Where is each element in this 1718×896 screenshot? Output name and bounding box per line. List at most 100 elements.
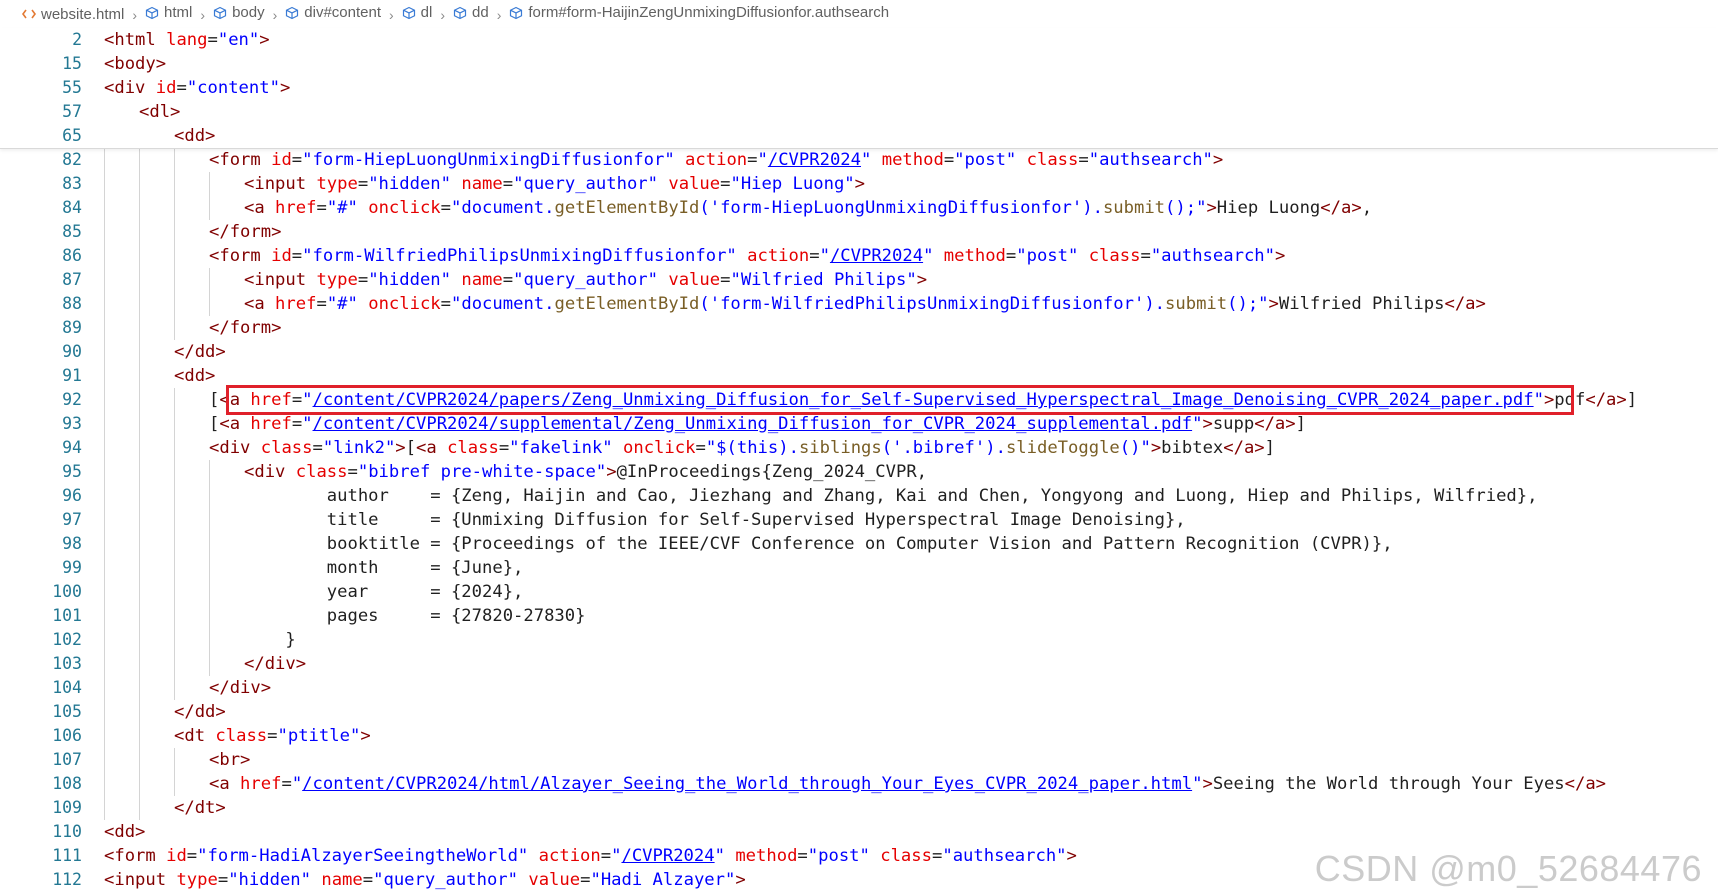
code-line[interactable]: 110 <dd>	[0, 820, 1718, 844]
text-token: ]	[1295, 414, 1306, 434]
attribute-token: type	[316, 174, 358, 194]
link-token[interactable]: /CVPR2024	[768, 150, 861, 170]
tag-token: >	[854, 174, 866, 194]
line-number: 111	[52, 846, 82, 865]
code-line[interactable]: 107 <br>	[0, 748, 1718, 772]
text-token: =	[362, 870, 374, 890]
indent-guide	[139, 220, 140, 244]
code-line[interactable]: 84 <a href="#" onclick="document.getEleme…	[0, 196, 1718, 220]
code-line[interactable]: 108 <a href="/content/CVPR2024/html/Alzay…	[0, 772, 1718, 796]
code-line[interactable]: 104 </div>	[0, 676, 1718, 700]
indent-guide	[104, 436, 105, 460]
code-line[interactable]: 96 author = {Zeng, Haijin and Cao, Jiezh…	[0, 484, 1718, 508]
chevron-right-icon: ›	[440, 6, 446, 23]
tag-token: <form	[104, 846, 167, 866]
link-token[interactable]: /content/CVPR2024/supplemental/Zeng_Unmi…	[313, 414, 1193, 434]
code-line[interactable]: 86 <form id="form-WilfriedPhilipsUnmixing…	[0, 244, 1718, 268]
link-token[interactable]: /content/CVPR2024/html/Alzayer_Seeing_th…	[302, 774, 1192, 794]
string-token: "form-WilfriedPhilipsUnmixingDiffusionfo…	[302, 246, 737, 266]
indent-guide	[104, 748, 105, 772]
breadcrumb-item[interactable]: dd	[453, 4, 489, 21]
line-content: </div>	[244, 652, 306, 676]
indent-guide	[139, 532, 140, 556]
text-token: [	[209, 390, 220, 410]
sticky-code-line[interactable]: 65 <dd>	[0, 124, 1718, 148]
attribute-token: lang	[166, 30, 208, 50]
text-token: =	[809, 246, 820, 266]
line-number: 112	[52, 870, 82, 889]
sticky-code-line[interactable]: 57 <dl>	[0, 100, 1718, 124]
code-line[interactable]: 97 title = {Unmixing Diffusion for Self-…	[0, 508, 1718, 532]
code-line[interactable]: 98 booktitle = {Proceedings of the IEEE/…	[0, 532, 1718, 556]
string-token: "form-HadiAlzayerSeeingtheWorld"	[197, 846, 529, 866]
indent-guide	[104, 508, 105, 532]
indent-guide	[174, 172, 175, 196]
code-line[interactable]: 105 </dd>	[0, 700, 1718, 724]
line-content: <dl>	[139, 100, 180, 124]
breadcrumb-item[interactable]: html	[145, 4, 192, 21]
code-line[interactable]: 85 </form>	[0, 220, 1718, 244]
code-line[interactable]: 93 [<a href="/content/CVPR2024/supplement…	[0, 412, 1718, 436]
attribute-token: class	[295, 462, 348, 482]
indent-guide	[104, 700, 105, 724]
code-line[interactable]: 87 <input type="hidden" name="query_autho…	[0, 268, 1718, 292]
breadcrumb-item[interactable]: body	[213, 4, 265, 21]
code-line[interactable]: 89 </form>	[0, 316, 1718, 340]
tag-token: >	[1202, 774, 1213, 794]
tag-token: >	[735, 870, 746, 890]
indent-guide	[139, 556, 140, 580]
sticky-code-line[interactable]: 15 <body>	[0, 52, 1718, 76]
code-line[interactable]: 101 pages = {27820-27830}	[0, 604, 1718, 628]
attribute-token: id	[166, 846, 187, 866]
indent-guide	[174, 532, 175, 556]
tag-token: >	[1275, 246, 1286, 266]
breadcrumb-file[interactable]: website.html	[22, 6, 124, 23]
code-line[interactable]: 94 <div class="link2">[<a class="fakelink…	[0, 436, 1718, 460]
code-line[interactable]: 103 </div>	[0, 652, 1718, 676]
code-line[interactable]: 90 </dd>	[0, 340, 1718, 364]
indent-guide	[139, 508, 140, 532]
string-token: "ptitle"	[277, 726, 361, 746]
line-content: <form id="form-HiepLuongUnmixingDiffusio…	[209, 148, 1223, 172]
code-line[interactable]: 106 <dt class="ptitle">	[0, 724, 1718, 748]
code-line[interactable]: 102 }	[0, 628, 1718, 652]
indent-guide	[104, 316, 105, 340]
highlight-box	[226, 385, 1574, 415]
attribute-token: href	[275, 198, 317, 218]
link-token[interactable]: /CVPR2024	[621, 846, 714, 866]
breadcrumb-items: › html › body › div#content › dl › dd › form#form-H…	[124, 4, 889, 24]
indent-guide	[174, 388, 175, 412]
string-token: "document.	[451, 198, 555, 218]
code-line[interactable]: 100 year = {2024},	[0, 580, 1718, 604]
tag-token: >	[279, 78, 291, 98]
attribute-token: class	[215, 726, 268, 746]
text-token: =	[440, 294, 452, 314]
code-line[interactable]: 109 </dt>	[0, 796, 1718, 820]
link-token[interactable]: /CVPR2024	[830, 246, 923, 266]
indent-guide	[104, 244, 105, 268]
sticky-code-line[interactable]: 2 <html lang="en">	[0, 28, 1718, 52]
code-line[interactable]: 82 <form id="form-HiepLuongUnmixingDiffus…	[0, 148, 1718, 172]
code-line[interactable]: 95 <div class="bibref pre-white-space">@I…	[0, 460, 1718, 484]
indent-guide	[174, 580, 175, 604]
breadcrumb-item[interactable]: div#content	[285, 4, 381, 21]
breadcrumb-item[interactable]: dl	[402, 4, 432, 21]
cube-icon	[509, 6, 523, 20]
line-content: }	[244, 628, 295, 652]
line-number: 107	[52, 750, 82, 769]
string-token: ('.bibref').	[881, 438, 1006, 458]
line-number: 2	[72, 30, 82, 49]
code-editor[interactable]: 82 <form id="form-HiepLuongUnmixingDiffus…	[0, 148, 1718, 892]
breadcrumb-item[interactable]: form#form-HaijinZengUnmixingDiffusionfor…	[509, 4, 889, 21]
breadcrumb-item-label: dd	[472, 4, 489, 22]
string-token: ();"	[1227, 294, 1269, 314]
tag-token: >	[1206, 198, 1217, 218]
sticky-code-line[interactable]: 55 <div id="content">	[0, 76, 1718, 100]
code-line[interactable]: 88 <a href="#" onclick="document.getEleme…	[0, 292, 1718, 316]
code-line[interactable]: 99 month = {June},	[0, 556, 1718, 580]
code-line[interactable]: 83 <input type="hidden" name="query_autho…	[0, 172, 1718, 196]
text-token: =	[291, 246, 303, 266]
